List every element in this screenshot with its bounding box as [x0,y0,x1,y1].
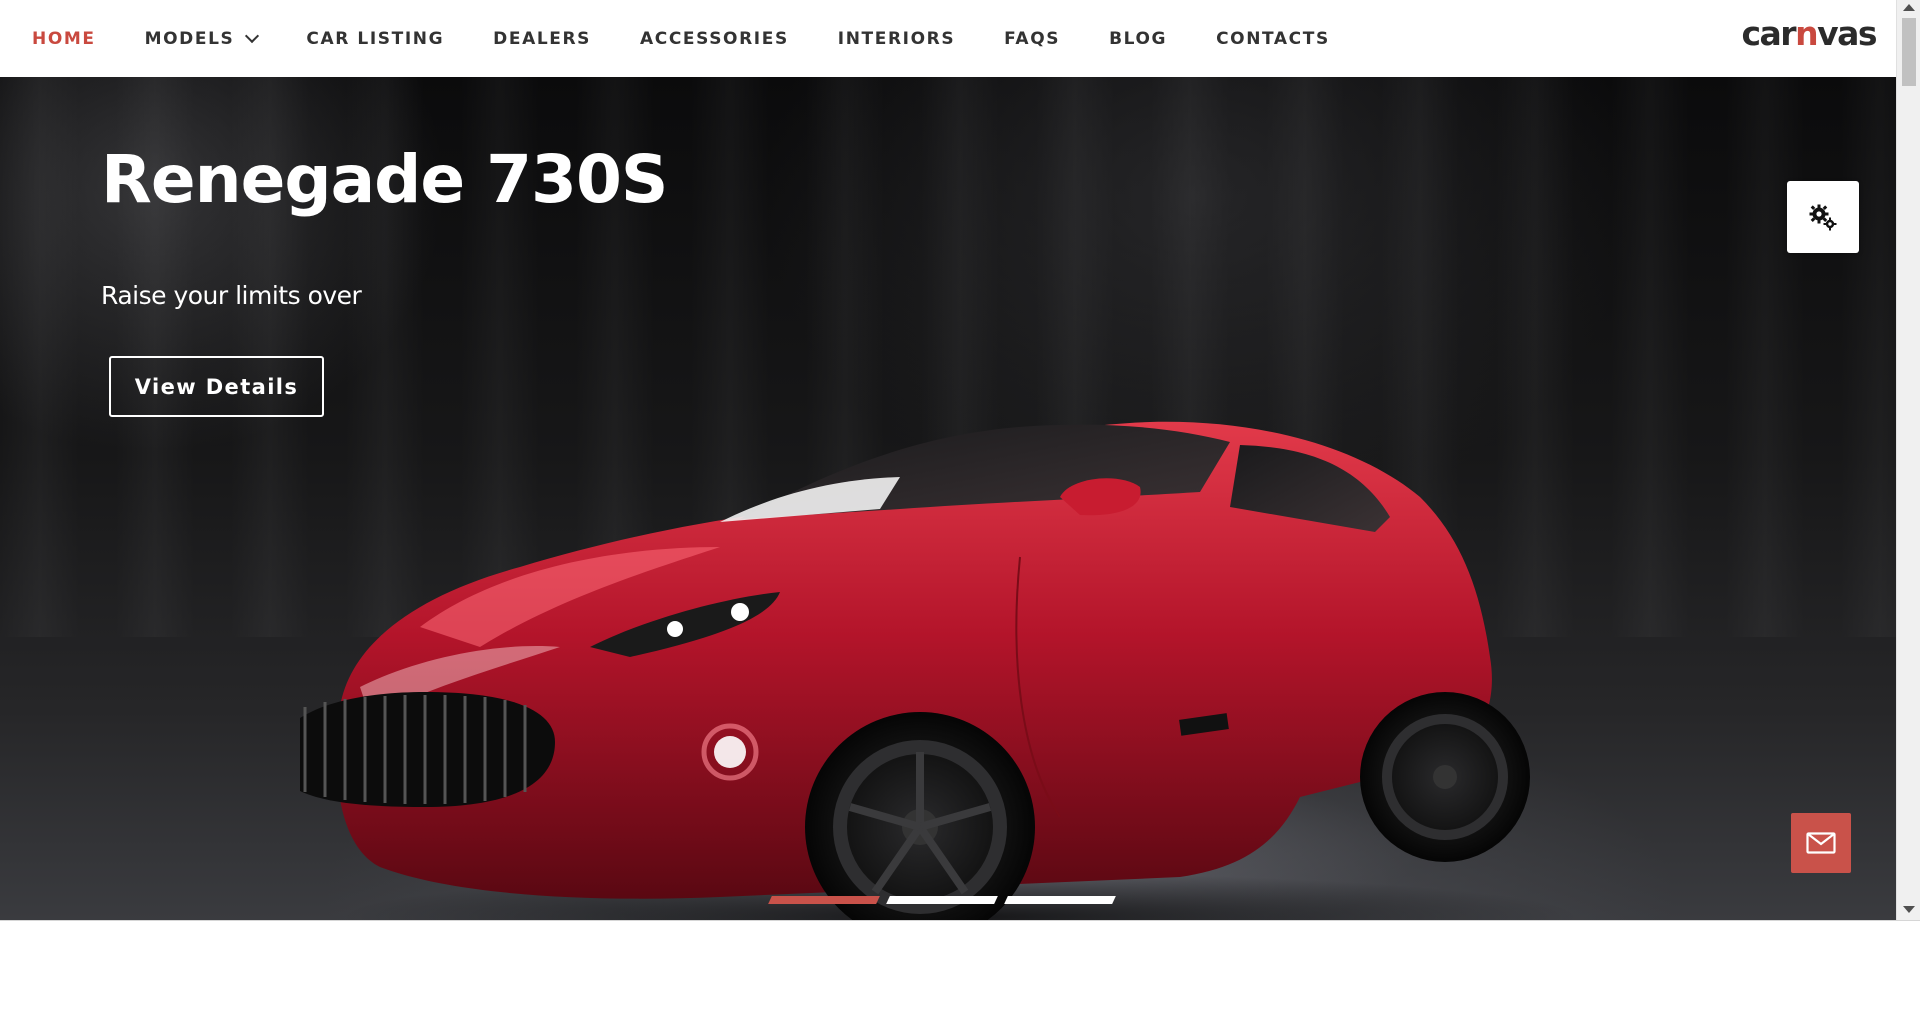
settings-button[interactable] [1787,181,1859,253]
hero-slider: Renegade 730S Raise your limits over Vie… [0,77,1896,920]
gears-icon [1809,204,1837,231]
blank-area-below-viewport [0,920,1920,1023]
nav-item-faqs[interactable]: FAQS [1004,29,1060,49]
slider-dot-1[interactable] [768,896,880,904]
scroll-up-arrow-icon[interactable] [1903,4,1915,11]
car-image [300,421,1580,920]
hero-subtitle: Raise your limits over [101,281,362,310]
browser-viewport: HOME MODELS CAR LISTING DEALERS ACCESSOR… [0,0,1920,920]
nav-item-home[interactable]: HOME [32,29,96,49]
nav-item-models-label: MODELS [144,28,235,49]
nav-item-dealers[interactable]: DEALERS [493,29,591,49]
site-header: HOME MODELS CAR LISTING DEALERS ACCESSOR… [0,0,1896,78]
contact-mail-button[interactable] [1791,813,1851,873]
nav-item-blog[interactable]: BLOG [1109,29,1167,49]
nav-item-accessories[interactable]: ACCESSORIES [640,29,789,49]
slider-dot-3[interactable] [1004,896,1116,904]
vertical-scrollbar[interactable] [1896,0,1920,920]
main-nav: HOME MODELS CAR LISTING DEALERS ACCESSOR… [32,0,1379,77]
site-logo[interactable]: carnvas [1741,14,1877,53]
nav-item-models[interactable]: MODELS [144,28,260,49]
slider-dot-2[interactable] [886,896,998,904]
page: HOME MODELS CAR LISTING DEALERS ACCESSOR… [0,0,1896,920]
nav-item-car-listing[interactable]: CAR LISTING [306,29,444,49]
nav-item-contacts[interactable]: CONTACTS [1216,29,1330,49]
logo-text-suffix: vas [1817,14,1877,53]
logo-text-accent: n [1795,14,1819,53]
hero-title: Renegade 730S [101,141,668,218]
scrollbar-thumb[interactable] [1902,18,1916,86]
envelope-icon [1806,832,1836,854]
nav-item-interiors[interactable]: INTERIORS [838,29,955,49]
slider-pagination [768,896,1124,904]
scroll-down-arrow-icon[interactable] [1903,906,1915,913]
logo-text-prefix: car [1741,14,1796,53]
view-details-button[interactable]: View Details [109,356,324,417]
chevron-down-icon [245,28,260,44]
